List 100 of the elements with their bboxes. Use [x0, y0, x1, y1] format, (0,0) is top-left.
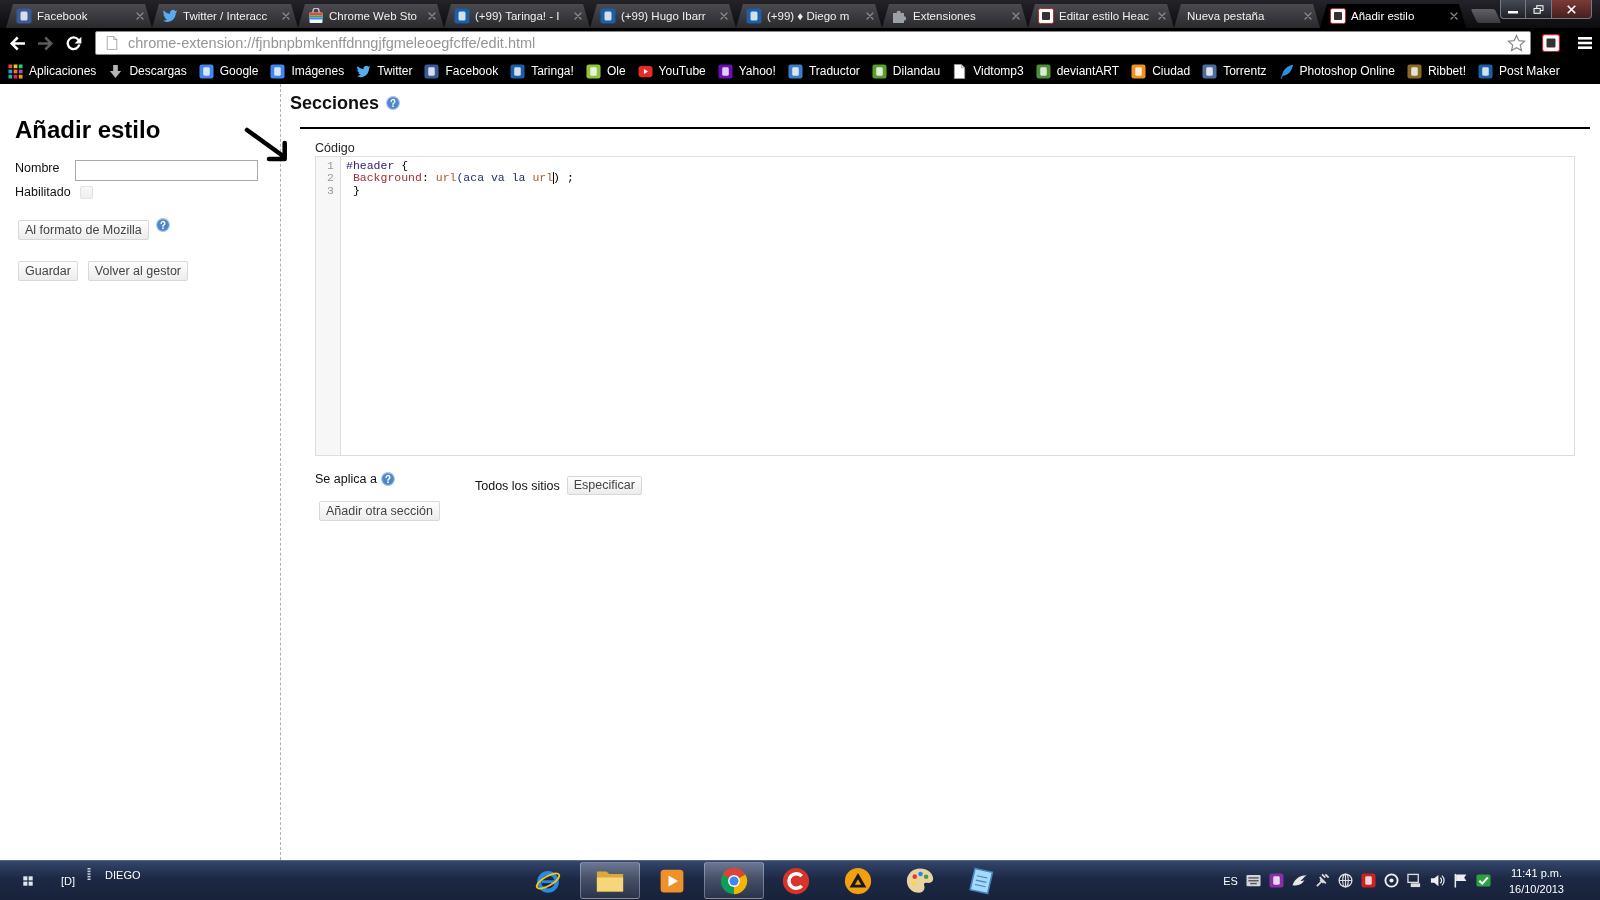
browser-tab[interactable]: Twitter / Interacc — [152, 4, 298, 28]
bird-icon — [162, 8, 178, 24]
bookmark[interactable]: Post Maker — [1477, 63, 1560, 79]
close-icon[interactable] — [428, 12, 436, 20]
toolbar-label: [D] — [61, 874, 76, 887]
browser-tab[interactable]: (+99) Hugo Ibarr — [590, 4, 736, 28]
reload-icon — [64, 34, 82, 52]
minimize-button[interactable] — [1500, 0, 1526, 19]
close-icon[interactable] — [1012, 12, 1020, 20]
browser-tab[interactable]: Nueva pestaña — [1174, 4, 1320, 28]
down-arrow-icon — [108, 63, 124, 79]
browser-tab[interactable]: (+99) ♦ Diego m — [736, 4, 882, 28]
code-line: } — [351, 183, 360, 197]
tile-icon — [198, 63, 214, 79]
checkbox[interactable] — [80, 185, 93, 199]
bookmark[interactable]: deviantART — [1035, 63, 1120, 79]
close-icon[interactable] — [866, 12, 874, 20]
convert-button[interactable]: Al formato de Mozilla — [18, 220, 149, 240]
line-number: 3 — [327, 183, 334, 197]
close-icon[interactable] — [1158, 12, 1166, 20]
tile-icon — [871, 63, 887, 79]
help-icon[interactable] — [155, 218, 170, 232]
bookmark[interactable]: Google — [198, 63, 259, 79]
monitor-icon[interactable] — [1406, 873, 1422, 888]
back-arrow-icon — [8, 34, 26, 52]
bookmark[interactable]: Yahoo! — [717, 63, 776, 79]
bookmark[interactable]: Taringa! — [510, 63, 574, 79]
bookmark[interactable]: Aplicaciones — [8, 63, 97, 79]
tile-icon — [454, 8, 470, 24]
bookmark[interactable]: Twitter — [356, 63, 413, 79]
add-section-button[interactable]: Añadir otra sección — [319, 501, 440, 521]
tile-icon — [787, 63, 803, 79]
tile-icon — [1202, 63, 1218, 79]
text-field[interactable] — [75, 160, 258, 181]
bookmark[interactable]: Vidtomp3 — [952, 63, 1024, 79]
puzzle-icon — [892, 8, 908, 24]
browser-tab[interactable]: Añadir estilo — [1320, 4, 1466, 28]
bookmark[interactable]: Facebook — [424, 63, 499, 79]
globe-icon[interactable] — [1337, 873, 1353, 888]
flag-icon[interactable] — [1452, 873, 1468, 888]
keyboard-icon[interactable] — [1245, 873, 1261, 888]
tile-icon — [424, 63, 440, 79]
bookmark[interactable]: Ribbet! — [1406, 63, 1466, 79]
specify-button[interactable]: Especificar — [566, 476, 642, 495]
browser-tab[interactable]: Chrome Web Sto — [298, 4, 444, 28]
close-icon[interactable] — [282, 12, 290, 20]
help-icon[interactable] — [380, 472, 395, 486]
speaker-icon[interactable] — [1429, 873, 1445, 888]
feather-icon — [1278, 63, 1294, 79]
close-icon[interactable] — [1304, 12, 1312, 20]
tile-icon — [717, 63, 733, 79]
code-editor[interactable]: 1 2 3 #header { Background: url(aca va la url) ; } — [315, 156, 1575, 456]
clock-time[interactable]: 11:41 p.m. — [1510, 864, 1563, 881]
notepad-icon — [968, 866, 996, 895]
bookmark[interactable]: Ciudad — [1131, 63, 1191, 79]
browser-tab[interactable]: (+99) Taringa! - I — [444, 4, 590, 28]
star-icon[interactable] — [1507, 33, 1526, 53]
tile-icon — [270, 63, 286, 79]
close-icon[interactable] — [136, 12, 144, 20]
bookmark[interactable]: Imágenes — [270, 63, 345, 79]
tile-icon[interactable] — [1360, 873, 1376, 888]
close-icon[interactable] — [574, 12, 582, 20]
value-text: Todos los sitios — [475, 478, 560, 493]
bookmark[interactable]: YouTube — [637, 63, 706, 79]
code-line: Background: url(aca va la url) ; — [351, 171, 574, 185]
close-icon[interactable] — [720, 12, 728, 20]
tile-icon[interactable] — [1268, 873, 1284, 888]
help-icon[interactable] — [386, 96, 401, 110]
clock-date[interactable]: 16/10/2013 — [1508, 880, 1564, 897]
browser-tab[interactable]: Facebook — [6, 4, 152, 28]
browser-tab[interactable]: Editar estilo Heac — [1028, 4, 1174, 28]
bookmark[interactable]: Torrentz — [1202, 63, 1267, 79]
taskbar-button[interactable] — [580, 862, 640, 899]
restore-button[interactable] — [1526, 0, 1552, 19]
forward-arrow-icon — [36, 34, 54, 52]
bookmark[interactable]: Photoshop Online — [1278, 63, 1395, 79]
plug-icon[interactable] — [1314, 873, 1330, 888]
line-number: 1 — [327, 159, 334, 172]
taskbar-button[interactable] — [704, 862, 764, 899]
field-label: Nombre — [15, 160, 61, 176]
action-button[interactable]: Guardar — [18, 261, 78, 281]
line-number: 2 — [327, 171, 334, 185]
close-button[interactable] — [1552, 0, 1592, 19]
grid-icon[interactable] — [23, 875, 33, 886]
bookmark[interactable]: Ole — [585, 63, 626, 79]
language-indicator[interactable]: ES — [1223, 874, 1238, 887]
tile-icon — [1035, 63, 1051, 79]
bookmark[interactable]: Dilandau — [871, 63, 941, 79]
tile-icon — [585, 63, 601, 79]
leaf-icon[interactable] — [1291, 873, 1307, 888]
palette-icon — [906, 866, 934, 895]
disc-icon[interactable] — [1383, 873, 1399, 888]
close-icon[interactable] — [1450, 12, 1458, 20]
browser-tab[interactable]: Extensiones — [882, 4, 1028, 28]
tile-icon — [1330, 8, 1346, 24]
check-icon[interactable] — [1475, 873, 1491, 888]
action-button[interactable]: Volver al gestor — [87, 261, 189, 281]
bookmark[interactable]: Traductor — [787, 63, 860, 79]
bookmark[interactable]: Descargas — [108, 63, 187, 79]
restore-icon — [1533, 3, 1544, 15]
